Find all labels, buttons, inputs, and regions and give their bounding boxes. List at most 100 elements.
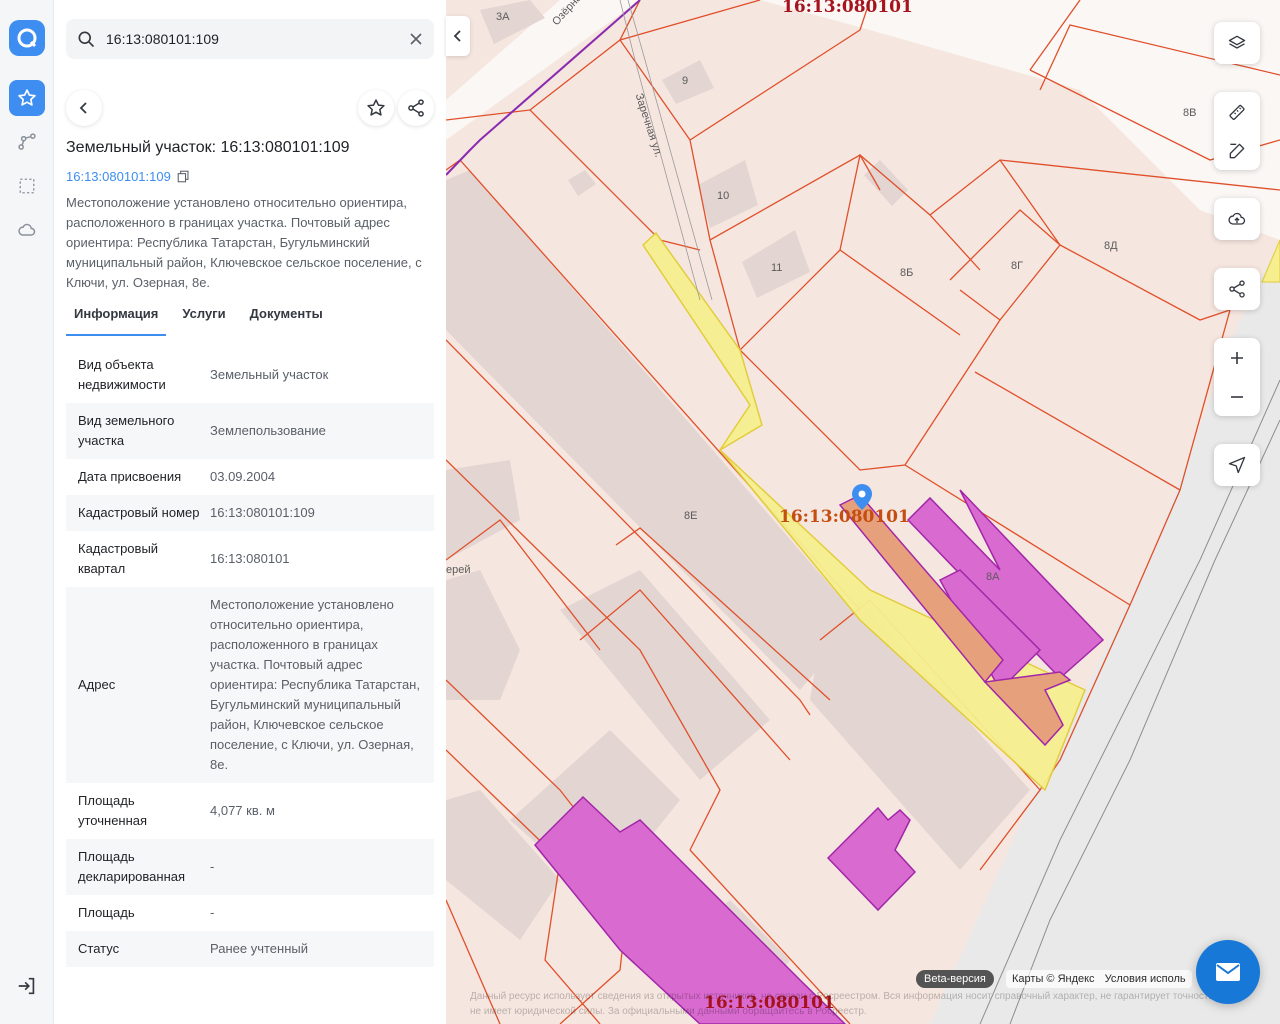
upload-button[interactable]: [1214, 198, 1260, 240]
terms-link[interactable]: Условия исполь: [1105, 973, 1186, 985]
disclaimer-text: Данный ресурс использует сведения из отк…: [470, 991, 1223, 1017]
row-value: -: [210, 905, 215, 920]
logo-icon: [17, 28, 37, 48]
tab-bar: Информация Услуги Документы: [66, 298, 434, 336]
mail-icon: [1216, 963, 1240, 981]
row-value: 4,077 кв. м: [210, 803, 275, 818]
house-number: 10: [717, 190, 730, 202]
cloud-upload-icon: [1228, 212, 1246, 225]
logout-icon: [18, 977, 35, 995]
cadastral-number-link[interactable]: 16:13:080101:109: [66, 169, 190, 184]
edit-icon[interactable]: [1227, 141, 1247, 161]
beta-badge: Beta-версия: [916, 970, 994, 988]
search-icon: [78, 31, 95, 48]
house-number: 8Б: [900, 267, 914, 279]
select-area-button[interactable]: [9, 168, 45, 204]
row-value: -: [210, 859, 215, 874]
map-attribution: Карты © Яндекс Условия исполь: [1006, 970, 1192, 988]
back-button[interactable]: [66, 90, 102, 126]
cadastral-map[interactable]: 16:13:080101 16:13:080101 16:13:080101 3…: [446, 0, 1280, 1024]
search-input[interactable]: [106, 19, 396, 59]
zoom-out-icon[interactable]: [1228, 388, 1246, 406]
house-number: 3А: [496, 11, 510, 23]
cloud-button[interactable]: [9, 212, 45, 248]
house-number: 8А: [986, 571, 1000, 583]
app-logo[interactable]: [9, 20, 45, 56]
share-icon: [1229, 280, 1245, 298]
favorites-button[interactable]: [9, 80, 45, 116]
route-icon: [18, 133, 36, 150]
ruler-icon[interactable]: [1227, 102, 1247, 122]
map-share-button[interactable]: [1214, 268, 1260, 310]
table-row: Кадастровый номер 16:13:080101:109: [66, 495, 434, 531]
chevron-left-icon: [453, 30, 461, 42]
left-rail: [0, 0, 54, 1024]
share-icon: [408, 99, 424, 117]
dashed-square-icon: [19, 178, 35, 194]
object-card-panel: Земельный участок: 16:13:080101:109 16:1…: [54, 0, 446, 1024]
draw-tools-group: [1214, 92, 1260, 170]
house-number: 8В: [1183, 107, 1197, 119]
cadastral-number-text[interactable]: 16:13:080101:109: [66, 169, 171, 184]
row-key: Площадь: [78, 905, 135, 920]
row-key: Площадь декларированная: [78, 849, 186, 884]
row-key: Вид объекта недвижимости: [78, 357, 166, 392]
tab-services[interactable]: Услуги: [174, 298, 233, 336]
copy-icon[interactable]: [177, 170, 190, 183]
zoom-controls: [1214, 338, 1260, 416]
page-title: Земельный участок: 16:13:080101:109: [66, 139, 350, 156]
info-table: Вид объекта недвижимости Земельный участо…: [66, 347, 434, 967]
logout-button[interactable]: [16, 975, 38, 997]
table-row: Дата присвоения 03.09.2004: [66, 459, 434, 495]
row-value: Землепользование: [210, 423, 326, 438]
row-value: 16:13:080101:109: [210, 505, 315, 520]
table-row: Вид земельного участка Землепользование: [66, 403, 434, 459]
table-row: Адрес Местоположение установлено относите…: [66, 587, 434, 783]
row-key: Кадастровый номер: [78, 505, 200, 520]
table-row: Кадастровый квартал 16:13:080101: [66, 531, 434, 587]
row-value: Земельный участок: [210, 367, 329, 382]
row-value: Ранее учтенный: [210, 941, 308, 956]
row-value: Местоположение установлено относительно …: [210, 597, 420, 772]
table-row: Вид объекта недвижимости Земельный участо…: [66, 347, 434, 403]
table-row: Статус Ранее учтенный: [66, 931, 434, 967]
row-key: Вид земельного участка: [78, 413, 175, 448]
table-row: Площадь -: [66, 895, 434, 931]
cloud-icon: [18, 223, 36, 236]
row-value: 03.09.2004: [210, 469, 276, 484]
clear-search-icon[interactable]: [408, 31, 424, 47]
house-number: 11: [771, 262, 783, 274]
quarter-label: 16:13:080101: [782, 0, 913, 17]
table-row: Площадь декларированная -: [66, 839, 434, 895]
route-button[interactable]: [9, 124, 45, 160]
house-number: 8Г: [1011, 260, 1024, 272]
search-bar: [66, 19, 434, 59]
row-value: 16:13:080101: [210, 551, 290, 566]
share-button[interactable]: [398, 90, 434, 126]
row-key: Площадь уточненная: [78, 793, 148, 828]
feedback-mail-button[interactable]: [1196, 940, 1260, 1004]
star-icon: [18, 89, 36, 106]
zoom-in-icon[interactable]: [1228, 349, 1246, 367]
row-key: Статус: [78, 941, 120, 956]
chevron-left-icon: [79, 102, 87, 114]
row-key: Адрес: [78, 677, 116, 692]
layers-icon: [1228, 35, 1246, 49]
tab-documents[interactable]: Документы: [242, 298, 331, 336]
add-favorite-button[interactable]: [358, 90, 394, 126]
table-row: Площадь уточненная 4,077 кв. м: [66, 783, 434, 839]
yandex-maps-link[interactable]: Карты © Яндекс: [1012, 973, 1095, 985]
object-description: Местоположение установлено относительно …: [66, 195, 422, 290]
row-key: Кадастровый квартал: [78, 541, 159, 576]
house-number: 9: [682, 75, 689, 87]
tab-info[interactable]: Информация: [66, 298, 167, 336]
quarter-label: 16:13:080101: [779, 507, 910, 527]
collapse-panel-button[interactable]: [446, 16, 470, 56]
row-key: Дата присвоения: [78, 469, 182, 484]
navigation-arrow-icon: [1228, 456, 1246, 474]
my-location-button[interactable]: [1214, 444, 1260, 486]
layers-button[interactable]: [1214, 22, 1260, 64]
house-number: 8Д: [1104, 240, 1118, 252]
house-number: 8Е: [684, 510, 698, 522]
star-icon: [367, 99, 385, 116]
